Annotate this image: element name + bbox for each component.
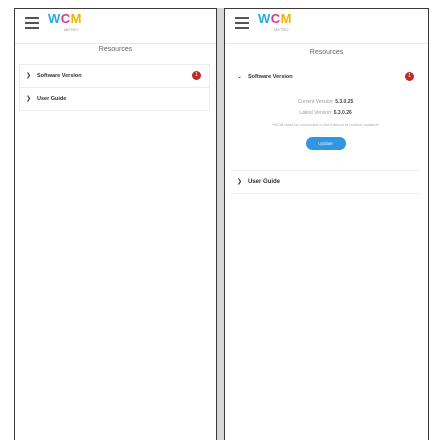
logo-letter-w: W bbox=[48, 11, 61, 26]
software-version-details: Current Version: 5.3.0.25 Latest Version… bbox=[231, 88, 420, 171]
alert-badge-icon: 1 bbox=[192, 71, 201, 80]
list-item-user-guide[interactable]: ❯ User Guide bbox=[20, 88, 209, 110]
logo-letter-c: C bbox=[270, 11, 281, 26]
logo-subtitle: METRO bbox=[64, 27, 79, 32]
chevron-right-icon: ❯ bbox=[26, 96, 32, 102]
user-guide-label: User Guide bbox=[37, 96, 67, 102]
list-item-user-guide[interactable]: ❯ User Guide bbox=[231, 171, 420, 194]
logo-letter-c: C bbox=[60, 11, 71, 26]
logo-subtitle: METRO bbox=[274, 27, 289, 32]
header-divider bbox=[225, 43, 428, 44]
resources-list: ❯ Software Version 1 ❯ User Guide bbox=[19, 64, 210, 111]
header-divider bbox=[15, 43, 216, 44]
chevron-right-icon: ❯ bbox=[26, 73, 32, 79]
latest-version-value: 5.3.0.26 bbox=[333, 110, 352, 116]
alert-badge-icon: 1 bbox=[405, 72, 414, 81]
screen-divider bbox=[217, 8, 224, 440]
latest-version-line: Latest Version: 5.3.0.26 bbox=[231, 108, 420, 119]
current-version-label: Current Version: bbox=[297, 99, 334, 105]
software-version-label: Software Version bbox=[248, 74, 293, 80]
version-info: Current Version: 5.3.0.25 Latest Version… bbox=[231, 88, 420, 119]
internet-note: *WCM must be connected to the internet t… bbox=[271, 122, 380, 127]
list-item-software-version[interactable]: ❯ Software Version 1 bbox=[20, 65, 209, 88]
user-guide-label: User Guide bbox=[248, 179, 281, 185]
update-button[interactable]: Update bbox=[305, 137, 346, 150]
latest-version-label: Latest Version: bbox=[299, 110, 333, 116]
hamburger-icon[interactable] bbox=[235, 17, 249, 29]
page-title: Resources bbox=[309, 49, 344, 56]
software-version-label: Software Version bbox=[37, 73, 82, 79]
wcm-logo: WCM METRO bbox=[258, 12, 292, 36]
current-version-line: Current Version: 5.3.0.25 bbox=[231, 97, 420, 108]
app-header: WCM METRO bbox=[225, 9, 428, 44]
logo-letter-m: M bbox=[280, 11, 293, 26]
left-screen: WCM METRO Resources ❯ Software Version 1… bbox=[14, 8, 217, 440]
list-item-software-version[interactable]: ⌄ Software Version 1 bbox=[231, 66, 420, 88]
hamburger-icon[interactable] bbox=[25, 17, 39, 29]
app-header: WCM METRO bbox=[15, 9, 216, 44]
page-title: Resources bbox=[98, 46, 133, 53]
logo-letter-m: M bbox=[70, 11, 83, 26]
chevron-down-icon: ⌄ bbox=[237, 74, 243, 80]
right-screen: WCM METRO Resources ⌄ Software Version 1… bbox=[224, 8, 429, 440]
logo-letter-w: W bbox=[258, 11, 271, 26]
resources-list: ⌄ Software Version 1 Current Version: 5.… bbox=[231, 66, 420, 194]
current-version-value: 5.3.0.25 bbox=[335, 99, 354, 105]
wcm-logo: WCM METRO bbox=[48, 12, 82, 36]
chevron-right-icon: ❯ bbox=[237, 179, 243, 185]
